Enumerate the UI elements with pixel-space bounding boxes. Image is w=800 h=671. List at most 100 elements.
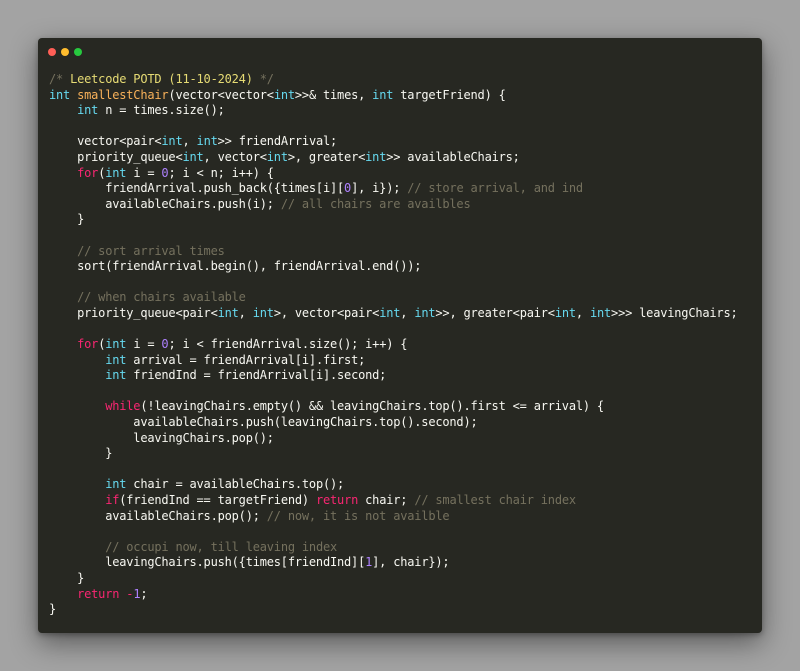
code-token-plain: } [49, 602, 57, 617]
code-line: return -1; [49, 587, 738, 603]
code-token-comment: // all chairs are availbles [280, 196, 471, 211]
code-line: // when chairs available [49, 290, 738, 306]
code-token-plain: leavingChairs.push({times[friendInd][ [49, 555, 366, 570]
code-token-plain: priority_queue< [49, 149, 183, 164]
code-line: int smallestChair(vector<vector<int>>& t… [49, 88, 738, 104]
code-line: priority_queue<int, vector<int>, greater… [49, 150, 738, 166]
code-token-plain: } [49, 212, 85, 227]
code-line: // sort arrival times [49, 244, 738, 260]
code-token-type: int [365, 149, 387, 164]
code-token-keyword: for [77, 337, 99, 352]
code-window: /* Leetcode POTD (11-10-2024) */int smal… [38, 38, 762, 633]
code-block: /* Leetcode POTD (11-10-2024) */int smal… [49, 72, 738, 618]
code-token-type: int [49, 87, 71, 102]
code-token-plain: availableChairs.pop(); [49, 508, 267, 523]
code-token-plain: friendInd = friendArrival[i].second; [126, 368, 387, 383]
code-token-keyword: return [315, 493, 359, 508]
code-line: int friendInd = friendArrival[i].second; [49, 368, 738, 384]
code-token-comment: */ [252, 72, 274, 86]
code-token-type: int [105, 352, 127, 367]
code-line: leavingChairs.pop(); [49, 431, 738, 447]
code-token-plain: ], i}); [351, 181, 408, 196]
code-line: int n = times.size(); [49, 103, 738, 119]
code-token-comment: // when chairs available [77, 290, 246, 305]
code-line: leavingChairs.push({times[friendInd][1],… [49, 555, 738, 571]
code-token-type: int [554, 305, 576, 320]
code-token-type: int [273, 87, 295, 102]
close-button[interactable] [48, 48, 56, 56]
code-line: availableChairs.pop(); // now, it is not… [49, 509, 738, 525]
code-token-type: int [266, 149, 288, 164]
code-token-plain: , [238, 305, 253, 320]
code-line: if(friendInd == targetFriend) return cha… [49, 493, 738, 509]
code-token-plain: vector<pair< [49, 134, 162, 149]
code-token-plain: , vector< [203, 149, 267, 164]
code-token-plain: >>, greater<pair< [435, 305, 555, 320]
code-token-plain: n = times.size(); [98, 103, 225, 118]
code-line: availableChairs.push(leavingChairs.top()… [49, 415, 738, 431]
code-token-plain: , [400, 305, 415, 320]
minimize-button[interactable] [61, 48, 69, 56]
code-line: while(!leavingChairs.empty() && leavingC… [49, 399, 738, 415]
code-token-plain: } [49, 446, 113, 461]
code-token-plain: ; i < friendArrival.size(); i++) { [168, 337, 408, 352]
zoom-button[interactable] [74, 48, 82, 56]
code-token-type: int [182, 149, 204, 164]
code-token-type: int [252, 305, 274, 320]
code-token-plain: priority_queue<pair< [49, 305, 218, 320]
code-token-plain: } [49, 571, 85, 585]
code-line: } [49, 571, 738, 587]
code-token-keyword: for [77, 165, 99, 180]
code-line: // occupi now, till leaving index [49, 540, 738, 556]
code-token-plain: friendArrival.push_back({times[i][ [49, 181, 345, 196]
code-token-comment: // occupi now, till leaving index [105, 539, 338, 554]
code-token-plain: >>& times, [294, 87, 373, 102]
code-token-type: int [589, 305, 612, 320]
code-token-plain: arrival = friendArrival[i].first; [126, 352, 366, 367]
code-token-type: int [105, 337, 127, 352]
code-token-function: smallestChair [77, 87, 169, 102]
code-token-plain: (!leavingChairs.empty() && leavingChairs… [140, 399, 604, 414]
code-token-type: int [161, 134, 183, 149]
code-token-keyword: if [105, 493, 120, 508]
code-token-comment: // smallest chair index [414, 493, 576, 508]
code-token-plain: chair = availableChairs.top(); [126, 477, 345, 492]
code-token-type: int [196, 134, 218, 149]
code-token-plain: >, greater< [287, 149, 366, 164]
code-line: /* Leetcode POTD (11-10-2024) */ [49, 72, 738, 88]
code-token-comment: // store arrival, and ind [407, 181, 583, 196]
code-token-comment: // now, it is not availble [266, 508, 450, 523]
code-token-type: int [372, 87, 394, 102]
code-line: int arrival = friendArrival[i].first; [49, 353, 738, 369]
code-token-keyword: return [77, 586, 120, 601]
code-token-plain: i = [126, 165, 162, 180]
code-line: } [49, 446, 738, 462]
code-token-plain: sort(friendArrival.begin(), friendArriva… [49, 259, 422, 274]
code-line: priority_queue<pair<int, int>, vector<pa… [49, 306, 738, 322]
code-token-type: int [77, 103, 99, 118]
code-token-plain: >> friendArrival; [217, 134, 338, 149]
code-token-plain: i = [126, 337, 162, 352]
code-token-plain: >> availableChairs; [386, 149, 520, 164]
code-line: availableChairs.push(i); // all chairs a… [49, 197, 738, 213]
code-token-plain: ; [140, 586, 148, 601]
code-token-plain: chair; [358, 493, 415, 508]
code-token-type: int [105, 477, 127, 492]
code-token-plain: leavingChairs.pop(); [49, 430, 274, 445]
code-line: friendArrival.push_back({times[i][0], i}… [49, 181, 738, 197]
code-line: int chair = availableChairs.top(); [49, 477, 738, 493]
code-token-plain: , [575, 305, 590, 320]
